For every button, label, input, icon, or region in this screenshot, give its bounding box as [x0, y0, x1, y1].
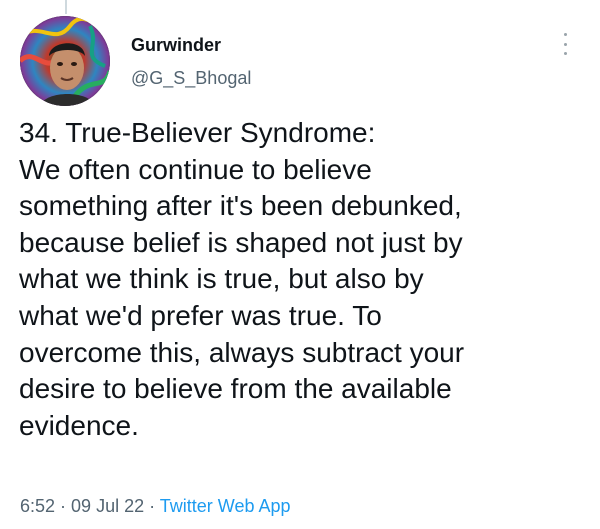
tweet-text: 34. True-Believer Syndrome: We often con…: [19, 115, 589, 444]
tweet-text-line: 34. True-Believer Syndrome:: [19, 117, 376, 148]
tweet-text-line: overcome this, always subtract your: [19, 336, 465, 368]
author-handle[interactable]: @G_S_Bhogal: [131, 67, 251, 89]
tweet-text-line: desire to believe from the available: [19, 373, 452, 405]
tweet-text-line: because belief is shaped not just by: [19, 226, 463, 258]
tweet-text-line: what we'd prefer was true. To: [19, 299, 382, 331]
tweet-source-link[interactable]: Twitter Web App: [160, 496, 291, 516]
tweet-time[interactable]: 6:52: [20, 496, 55, 516]
meta-separator: ·: [144, 496, 160, 516]
tweet-text-line: something after it's been debunked,: [19, 190, 462, 222]
tweet-date[interactable]: 09 Jul 22: [71, 496, 144, 516]
tweet: Gurwinder @G_S_Bhogal 34. True-Believer …: [0, 0, 600, 529]
tweet-text-line: evidence.: [19, 409, 139, 441]
tweet-metadata: 6:52 · 09 Jul 22 · Twitter Web App: [20, 494, 291, 518]
tweet-text-line: We often continue to believe: [19, 153, 372, 185]
avatar-image: [20, 16, 110, 106]
dot: [563, 52, 567, 55]
dot: [563, 42, 567, 46]
avatar[interactable]: [20, 16, 110, 106]
more-vertical-icon[interactable]: [558, 33, 572, 55]
meta-separator: ·: [55, 496, 72, 516]
thread-connector-line: [65, 0, 67, 14]
author-name[interactable]: Gurwinder: [131, 34, 221, 56]
tweet-text-line: what we think is true, but also by: [19, 263, 424, 295]
dot: [563, 33, 567, 36]
